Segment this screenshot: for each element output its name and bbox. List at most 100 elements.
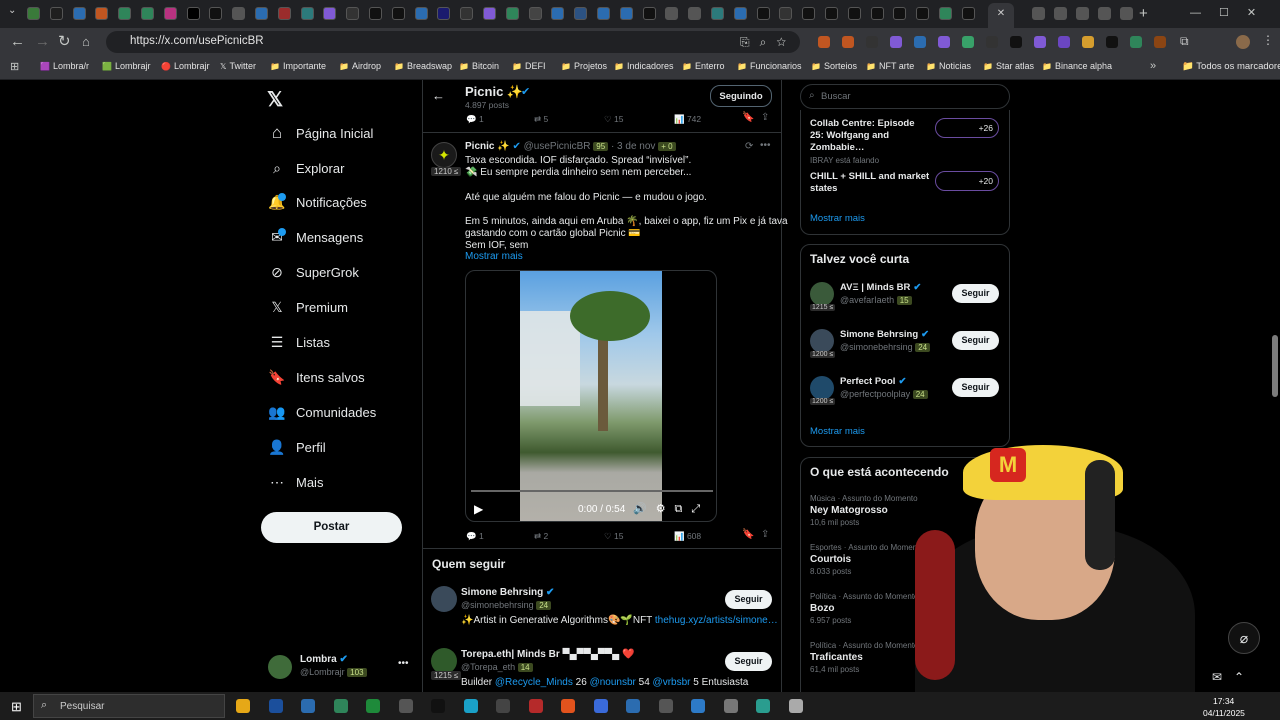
tab-favicon[interactable]	[939, 7, 952, 20]
tab-favicon[interactable]	[255, 7, 268, 20]
sidebar-item-10[interactable]: ⋯ Mais	[268, 472, 323, 492]
page-scrollbar[interactable]	[1272, 335, 1278, 397]
follow-button[interactable]: Seguir	[725, 590, 772, 609]
show-more-link[interactable]: Mostrar mais	[810, 213, 865, 224]
follow-button[interactable]: Seguir	[725, 652, 772, 671]
bookmark-item[interactable]: 📁 Airdrop	[339, 61, 381, 71]
extension-icon[interactable]	[938, 36, 950, 48]
retweet-action[interactable]: ⇄ 2	[534, 531, 548, 542]
tab-favicon[interactable]	[346, 7, 360, 20]
extensions-menu-icon[interactable]: ⧉	[1180, 34, 1189, 49]
tab-favicon[interactable]	[95, 7, 109, 20]
sidebar-item-4[interactable]: ⊘ SuperGrok	[268, 262, 359, 282]
follow-button[interactable]: Seguir	[952, 331, 999, 350]
tab-favicon[interactable]	[505, 7, 519, 20]
tab-favicon[interactable]	[27, 7, 40, 20]
bookmark-item[interactable]: 📁 Indicadores	[614, 61, 674, 71]
tweet-avatar[interactable]: ✦	[431, 142, 457, 168]
url-bar[interactable]: https://x.com/usePicnicBR	[106, 31, 800, 53]
taskbar-app-icon[interactable]	[463, 699, 478, 713]
tab-favicon[interactable]	[916, 7, 930, 20]
like-action[interactable]: ♡ 15	[604, 114, 623, 125]
space-listeners[interactable]: +26	[935, 118, 999, 138]
retweet-action[interactable]: ⇄ 5	[534, 114, 548, 125]
tweet-author-name[interactable]: Picnic ✨	[465, 141, 510, 152]
extension-icon[interactable]	[818, 36, 830, 48]
bookmark-item[interactable]: 📁 Funcionarios	[737, 61, 802, 71]
bookmark-item[interactable]: 📁 DEFI	[512, 61, 545, 71]
sidebar-item-0[interactable]: ⌂ Página Inicial	[268, 123, 373, 143]
space-title[interactable]: Collab Centre: Episode 25: Wolfgang and …	[810, 118, 930, 154]
apps-grid-icon[interactable]: ⊞	[10, 60, 19, 73]
taskbar-search[interactable]: ⌕ Pesquisar	[33, 694, 225, 718]
tweet-date[interactable]: · 3 de nov	[611, 141, 655, 152]
extension-icon[interactable]	[866, 36, 878, 48]
sidebar-item-6[interactable]: ☰ Listas	[268, 332, 330, 352]
grok-floating-icon[interactable]: ⌀	[1228, 622, 1260, 654]
tab-favicon[interactable]	[619, 7, 633, 20]
tweet-more-icon[interactable]: •••	[760, 140, 771, 151]
share-action[interactable]: ⇪	[761, 529, 769, 540]
extension-icon[interactable]	[962, 36, 974, 48]
browser-menu-icon[interactable]: ⋮	[1262, 33, 1274, 47]
reply-action[interactable]: 💬 1	[466, 531, 484, 542]
bookmark-item[interactable]: 🟪 Lombra/r	[40, 61, 89, 71]
taskbar-app-icon[interactable]	[691, 699, 705, 713]
tab-favicon[interactable]	[551, 7, 565, 20]
bookmark-action[interactable]: 🔖	[742, 529, 754, 540]
clock-date[interactable]: 04/11/2025	[1203, 708, 1245, 718]
tab-favicon[interactable]	[437, 7, 451, 20]
tab-favicon[interactable]	[756, 7, 770, 20]
extension-icon[interactable]	[842, 36, 854, 48]
space-title[interactable]: CHILL + SHILL and market states	[810, 171, 930, 195]
windows-start-icon[interactable]: ⊞	[11, 699, 22, 715]
show-more-link[interactable]: Mostrar mais	[465, 251, 523, 262]
extension-icon[interactable]	[1106, 36, 1118, 48]
x-logo-icon[interactable]: 𝕏	[267, 87, 283, 112]
taskbar-app-icon[interactable]	[658, 699, 673, 713]
reply-action[interactable]: 💬 1	[466, 114, 484, 125]
more-bookmarks-icon[interactable]: »	[1150, 60, 1156, 72]
user-name[interactable]: Perfect Pool ✔	[840, 376, 906, 387]
tab-favicon[interactable]	[369, 7, 382, 20]
tab-favicon[interactable]	[642, 7, 656, 20]
sidebar-item-7[interactable]: 🔖 Itens salvos	[268, 367, 364, 387]
back-icon[interactable]: ←	[10, 34, 25, 50]
tab-favicon[interactable]	[323, 7, 337, 20]
bookmark-item[interactable]: 📁 NFT arte	[866, 61, 914, 71]
space-listeners[interactable]: +20	[935, 171, 999, 191]
tab-favicon[interactable]	[1098, 7, 1111, 20]
tab-favicon[interactable]	[163, 7, 177, 20]
other-bookmarks[interactable]: 📁 Todos os marcadores	[1182, 61, 1280, 72]
reload-icon[interactable]: ↻	[58, 34, 71, 50]
sidebar-item-5[interactable]: 𝕏 Premium	[268, 297, 348, 317]
sidebar-item-1[interactable]: ⌕ Explorar	[268, 158, 344, 178]
bookmark-item[interactable]: 🔴 Lombrajr	[161, 61, 209, 71]
user-avatar[interactable]	[810, 329, 834, 353]
sidebar-item-8[interactable]: 👥 Comunidades	[268, 402, 376, 422]
user-name[interactable]: Simone Behrsing ✔	[461, 587, 554, 598]
tab-favicon[interactable]	[847, 7, 861, 20]
user-name[interactable]: AVΞ | Minds BR ✔	[840, 282, 921, 293]
taskbar-app-icon[interactable]	[723, 699, 738, 713]
bookmark-item[interactable]: 📁 Sorteios	[811, 61, 857, 71]
following-button[interactable]: Seguindo	[710, 85, 772, 107]
user-avatar[interactable]	[431, 586, 457, 612]
tab-favicon[interactable]	[961, 7, 975, 20]
tab-favicon[interactable]	[186, 7, 200, 20]
tab-favicon[interactable]	[277, 7, 291, 20]
taskbar-app-icon[interactable]	[496, 699, 510, 713]
video-controls-icons[interactable]: 🔊⚙⧉⤢	[633, 502, 709, 516]
user-avatar[interactable]	[810, 376, 834, 400]
follow-button[interactable]: Seguir	[952, 284, 999, 303]
clock-time[interactable]: 17:34	[1213, 696, 1234, 706]
tab-list-icon[interactable]: ⌄	[8, 5, 16, 16]
tab-favicon[interactable]	[1120, 7, 1133, 20]
like-action[interactable]: ♡ 15	[604, 531, 623, 542]
tab-favicon[interactable]	[391, 7, 405, 20]
extension-icon[interactable]	[1082, 36, 1094, 48]
user-avatar[interactable]	[810, 282, 834, 306]
tab-favicon[interactable]	[1032, 7, 1045, 20]
tab-favicon[interactable]	[483, 7, 496, 20]
sidebar-item-9[interactable]: 👤 Perfil	[268, 437, 325, 457]
